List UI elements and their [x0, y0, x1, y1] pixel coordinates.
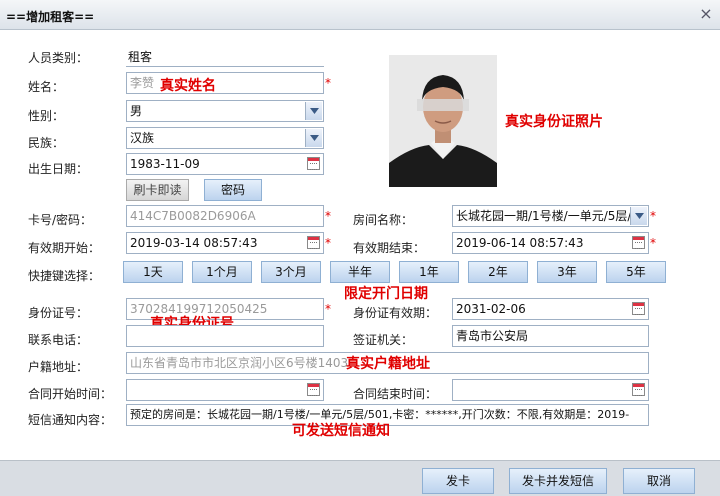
contract-start-input[interactable] — [126, 379, 324, 401]
chevron-down-icon[interactable] — [305, 129, 322, 147]
card-password-input[interactable]: 414C7B0082D6906A — [126, 205, 324, 227]
valid-end-value: 2019-06-14 08:57:43 — [456, 236, 584, 250]
contract-start-label: 合同开始时间： — [28, 387, 113, 401]
gender-value: 男 — [130, 104, 143, 118]
shortcut-3-years-button[interactable]: 3年 — [537, 261, 597, 283]
valid-start-label: 有效期开始： — [28, 241, 101, 255]
required-mark: * — [650, 236, 656, 250]
contract-end-label: 合同结束时间： — [353, 387, 438, 401]
room-name-select[interactable]: 长城花园一期/1号楼/一单元/5层/5 — [452, 205, 649, 227]
shortcut-5-years-button[interactable]: 5年 — [606, 261, 666, 283]
shortcut-1-year-button[interactable]: 1年 — [399, 261, 459, 283]
calendar-icon[interactable] — [307, 383, 320, 396]
required-mark: * — [325, 302, 331, 316]
ethnicity-value: 汉族 — [130, 131, 155, 145]
shortcut-annotation: 限定开门日期 — [344, 286, 428, 302]
password-button[interactable]: 密码 — [204, 179, 262, 201]
photo-annotation: 真实身份证照片 — [505, 114, 603, 130]
shortcut-3-months-button[interactable]: 3个月 — [261, 261, 321, 283]
card-password-label: 卡号/密码： — [28, 213, 93, 227]
ethnicity-label: 民族： — [28, 136, 65, 150]
shortcut-1-day-button[interactable]: 1天 — [123, 261, 183, 283]
issuing-authority-label: 签证机关： — [353, 333, 414, 347]
calendar-icon[interactable] — [632, 302, 645, 315]
dialog-footer: 发卡 发卡并发短信 取消 — [0, 460, 720, 496]
valid-end-input[interactable]: 2019-06-14 08:57:43 — [452, 232, 649, 254]
issuing-authority-value: 青岛市公安局 — [456, 329, 529, 343]
calendar-icon[interactable] — [632, 236, 645, 249]
required-mark: * — [325, 236, 331, 250]
close-icon[interactable]: × — [698, 6, 714, 22]
dialog-title: ==增加租客== — [6, 10, 95, 24]
id-photo-image — [389, 55, 497, 187]
valid-end-label: 有效期结束： — [353, 241, 426, 255]
phone-input[interactable] — [126, 325, 324, 347]
birth-date-input[interactable]: 1983-11-09 — [126, 153, 324, 175]
shortcut-2-years-button[interactable]: 2年 — [468, 261, 528, 283]
name-label: 姓名： — [28, 80, 65, 94]
dialog-titlebar: ==增加租客== × — [0, 0, 720, 30]
name-input[interactable]: 李赞 — [126, 72, 324, 94]
chevron-down-icon[interactable] — [630, 207, 647, 225]
person-type-value: 租客 — [128, 50, 153, 64]
shortcut-1-month-button[interactable]: 1个月 — [192, 261, 252, 283]
card-password-value: 414C7B0082D6906A — [130, 209, 256, 223]
required-mark: * — [325, 76, 331, 90]
valid-start-input[interactable]: 2019-03-14 08:57:43 — [126, 232, 324, 254]
shortcut-label: 快捷键选择： — [28, 269, 101, 283]
name-annotation: 真实姓名 — [160, 78, 216, 94]
id-expiry-value: 2031-02-06 — [456, 302, 526, 316]
name-value: 李赞 — [130, 76, 155, 90]
gender-select[interactable]: 男 — [126, 100, 324, 122]
issue-card-and-sms-button[interactable]: 发卡并发短信 — [509, 468, 607, 494]
id-photo — [389, 55, 497, 187]
ethnicity-select[interactable]: 汉族 — [126, 127, 324, 149]
person-type-label: 人员类别： — [28, 51, 89, 65]
person-type-underline — [126, 66, 324, 67]
room-name-value: 长城花园一期/1号楼/一单元/5层/5 — [456, 209, 640, 223]
calendar-icon[interactable] — [307, 157, 320, 170]
id-number-label: 身份证号： — [28, 306, 89, 320]
household-address-annotation: 真实户籍地址 — [346, 356, 430, 372]
id-expiry-input[interactable]: 2031-02-06 — [452, 298, 649, 320]
issue-card-button[interactable]: 发卡 — [422, 468, 494, 494]
gender-label: 性别： — [28, 109, 65, 123]
room-name-label: 房间名称： — [353, 213, 414, 227]
shortcut-half-year-button[interactable]: 半年 — [330, 261, 390, 283]
id-expiry-label: 身份证有效期： — [353, 306, 438, 320]
sms-content-annotation: 可发送短信通知 — [292, 423, 390, 439]
phone-label: 联系电话： — [28, 333, 89, 347]
required-mark: * — [650, 209, 656, 223]
chevron-down-icon[interactable] — [305, 102, 322, 120]
household-address-value: 山东省青岛市市北区京润小区6号楼1403 — [130, 356, 349, 370]
birth-date-value: 1983-11-09 — [130, 157, 200, 171]
read-card-button[interactable]: 刷卡即读 — [126, 179, 189, 201]
calendar-icon[interactable] — [307, 236, 320, 249]
household-address-label: 户籍地址： — [28, 360, 89, 374]
valid-start-value: 2019-03-14 08:57:43 — [130, 236, 258, 250]
contract-end-input[interactable] — [452, 379, 649, 401]
required-mark: * — [325, 209, 331, 223]
cancel-button[interactable]: 取消 — [623, 468, 695, 494]
issuing-authority-input[interactable]: 青岛市公安局 — [452, 325, 649, 347]
sms-content-label: 短信通知内容： — [28, 413, 113, 427]
birth-date-label: 出生日期： — [28, 162, 89, 176]
calendar-icon[interactable] — [632, 383, 645, 396]
